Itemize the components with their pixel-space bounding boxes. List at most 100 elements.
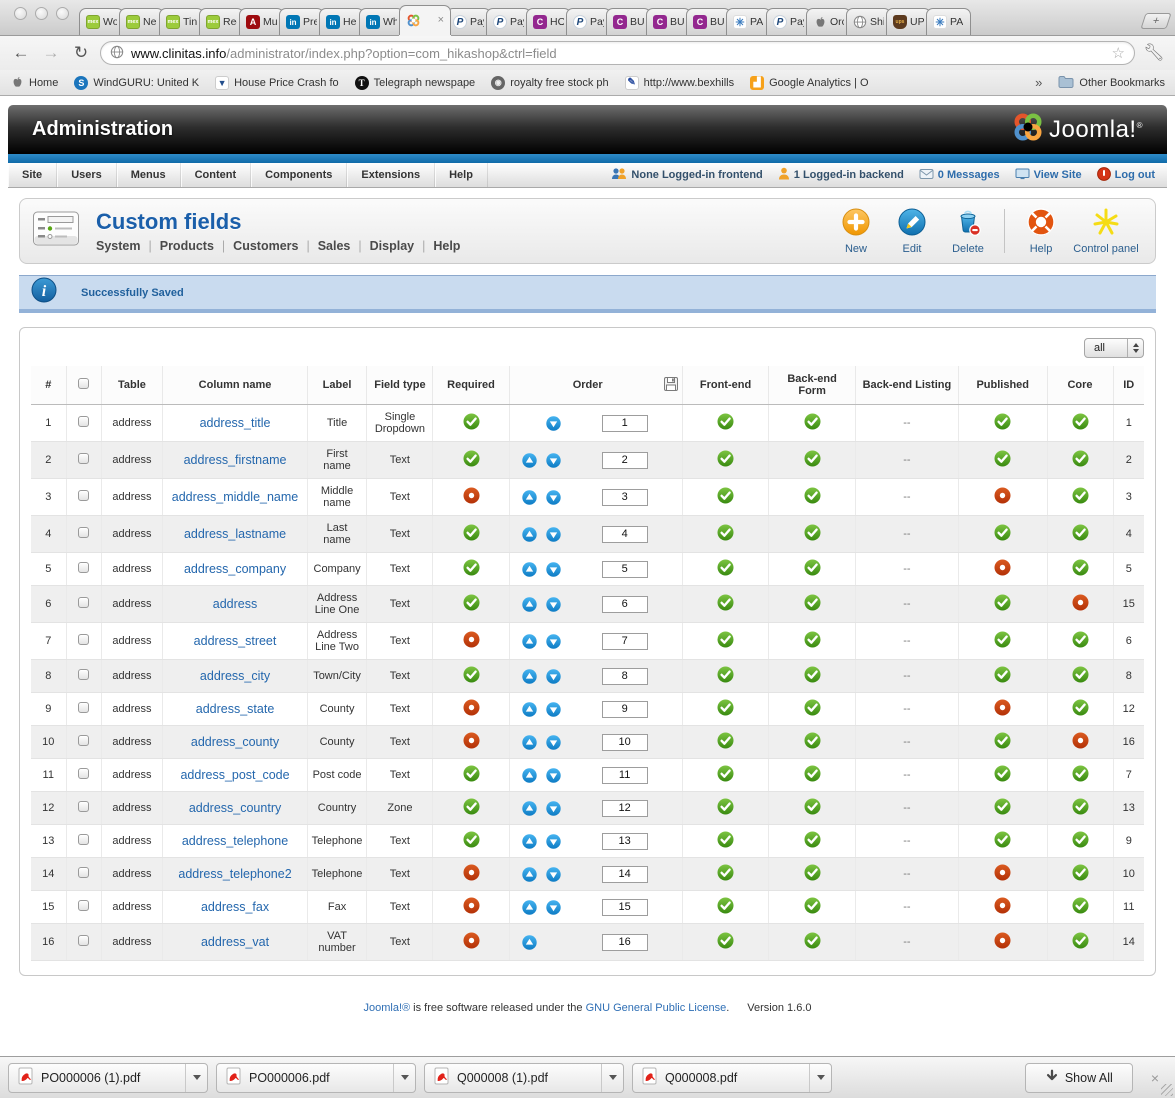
published-toggle[interactable] bbox=[994, 567, 1011, 579]
move-up-button[interactable] bbox=[522, 634, 537, 649]
back-end-form-toggle[interactable] bbox=[804, 495, 821, 507]
front-end-toggle[interactable] bbox=[717, 773, 734, 785]
reload-button[interactable]: ↻ bbox=[70, 43, 92, 63]
order-input[interactable] bbox=[602, 596, 648, 613]
delete-button[interactable]: Delete bbox=[940, 207, 996, 255]
download-menu-caret[interactable] bbox=[809, 1064, 831, 1092]
column-name-link[interactable]: address_telephone2 bbox=[178, 867, 291, 881]
row-checkbox[interactable] bbox=[78, 702, 89, 713]
required-toggle[interactable] bbox=[463, 740, 480, 752]
back-end-form-toggle[interactable] bbox=[804, 602, 821, 614]
back-end-form-toggle[interactable] bbox=[804, 872, 821, 884]
move-up-button[interactable] bbox=[522, 527, 537, 542]
column-name-link[interactable]: address_telephone bbox=[182, 834, 288, 848]
core-toggle[interactable] bbox=[1072, 707, 1089, 719]
move-down-button[interactable] bbox=[546, 867, 561, 882]
move-up-button[interactable] bbox=[522, 834, 537, 849]
browser-tab[interactable]: inPre bbox=[279, 8, 324, 35]
published-toggle[interactable] bbox=[994, 740, 1011, 752]
core-toggle[interactable] bbox=[1072, 567, 1089, 579]
move-up-button[interactable] bbox=[522, 490, 537, 505]
column-name-link[interactable]: address_county bbox=[191, 735, 279, 749]
row-checkbox[interactable] bbox=[78, 735, 89, 746]
move-down-button[interactable] bbox=[546, 490, 561, 505]
forward-button[interactable]: → bbox=[40, 43, 62, 63]
column-name-link[interactable]: address_vat bbox=[201, 935, 269, 949]
core-toggle[interactable] bbox=[1072, 458, 1089, 470]
browser-tab[interactable]: PPay bbox=[486, 8, 531, 35]
back-end-form-toggle[interactable] bbox=[804, 639, 821, 651]
minimize-window-button[interactable] bbox=[35, 7, 48, 20]
back-end-form-toggle[interactable] bbox=[804, 773, 821, 785]
row-checkbox[interactable] bbox=[78, 935, 89, 946]
core-toggle[interactable] bbox=[1072, 602, 1089, 614]
front-end-toggle[interactable] bbox=[717, 567, 734, 579]
core-toggle[interactable] bbox=[1072, 674, 1089, 686]
published-toggle[interactable] bbox=[994, 707, 1011, 719]
order-input[interactable] bbox=[602, 734, 648, 751]
front-end-toggle[interactable] bbox=[717, 905, 734, 917]
core-toggle[interactable] bbox=[1072, 905, 1089, 917]
browser-tab[interactable]: mexWo bbox=[79, 8, 124, 35]
browser-tab[interactable]: mexTin bbox=[159, 8, 204, 35]
gpl-license-link[interactable]: GNU General Public License bbox=[586, 1002, 727, 1014]
core-toggle[interactable] bbox=[1072, 806, 1089, 818]
required-toggle[interactable] bbox=[463, 674, 480, 686]
browser-tab[interactable]: PPay bbox=[766, 8, 811, 35]
required-toggle[interactable] bbox=[463, 707, 480, 719]
bookmark-item[interactable]: TTelegraph newspape bbox=[355, 76, 476, 90]
menubar-item-site[interactable]: Site bbox=[8, 163, 57, 187]
browser-tab[interactable]: CHO bbox=[526, 8, 571, 35]
browser-tab[interactable]: Orc bbox=[806, 8, 851, 35]
download-item[interactable]: PO000006.pdf bbox=[216, 1063, 416, 1093]
order-input[interactable] bbox=[602, 415, 648, 432]
published-toggle[interactable] bbox=[994, 940, 1011, 952]
browser-tab[interactable]: PPay bbox=[566, 8, 611, 35]
required-toggle[interactable] bbox=[463, 495, 480, 507]
bookmark-item[interactable]: SWindGURU: United K bbox=[74, 76, 199, 90]
core-toggle[interactable] bbox=[1072, 940, 1089, 952]
published-toggle[interactable] bbox=[994, 639, 1011, 651]
zoom-window-button[interactable] bbox=[56, 7, 69, 20]
back-end-form-toggle[interactable] bbox=[804, 740, 821, 752]
column-name-link[interactable]: address_lastname bbox=[184, 527, 286, 541]
front-end-toggle[interactable] bbox=[717, 806, 734, 818]
move-up-button[interactable] bbox=[522, 935, 537, 950]
move-down-button[interactable] bbox=[546, 416, 561, 431]
move-up-button[interactable] bbox=[522, 801, 537, 816]
front-end-toggle[interactable] bbox=[717, 458, 734, 470]
browser-tab[interactable]: mexNe bbox=[119, 8, 164, 35]
back-end-form-toggle[interactable] bbox=[804, 940, 821, 952]
published-toggle[interactable] bbox=[994, 839, 1011, 851]
other-bookmarks[interactable]: Other Bookmarks bbox=[1058, 75, 1165, 91]
browser-tab[interactable]: PPay bbox=[446, 8, 491, 35]
order-input[interactable] bbox=[602, 767, 648, 784]
published-toggle[interactable] bbox=[994, 905, 1011, 917]
core-toggle[interactable] bbox=[1072, 421, 1089, 433]
back-end-form-toggle[interactable] bbox=[804, 707, 821, 719]
front-end-toggle[interactable] bbox=[717, 940, 734, 952]
front-end-toggle[interactable] bbox=[717, 602, 734, 614]
move-down-button[interactable] bbox=[546, 834, 561, 849]
move-up-button[interactable] bbox=[522, 768, 537, 783]
published-toggle[interactable] bbox=[994, 532, 1011, 544]
required-toggle[interactable] bbox=[463, 602, 480, 614]
column-name-link[interactable]: address bbox=[213, 597, 257, 611]
back-end-form-toggle[interactable] bbox=[804, 458, 821, 470]
order-input[interactable] bbox=[602, 934, 648, 951]
published-toggle[interactable] bbox=[994, 674, 1011, 686]
front-end-toggle[interactable] bbox=[717, 707, 734, 719]
required-toggle[interactable] bbox=[463, 567, 480, 579]
bookmark-item[interactable]: ▼House Price Crash fo bbox=[215, 76, 339, 90]
back-end-form-toggle[interactable] bbox=[804, 567, 821, 579]
move-down-button[interactable] bbox=[546, 768, 561, 783]
new-tab-button[interactable]: + bbox=[1140, 13, 1171, 29]
move-down-button[interactable] bbox=[546, 801, 561, 816]
bookmark-item[interactable]: ◉royalty free stock ph bbox=[491, 76, 608, 90]
required-toggle[interactable] bbox=[463, 806, 480, 818]
row-checkbox[interactable] bbox=[78, 801, 89, 812]
browser-tab[interactable]: × bbox=[399, 5, 451, 35]
move-down-button[interactable] bbox=[546, 453, 561, 468]
download-item[interactable]: Q000008.pdf bbox=[632, 1063, 832, 1093]
move-up-button[interactable] bbox=[522, 867, 537, 882]
